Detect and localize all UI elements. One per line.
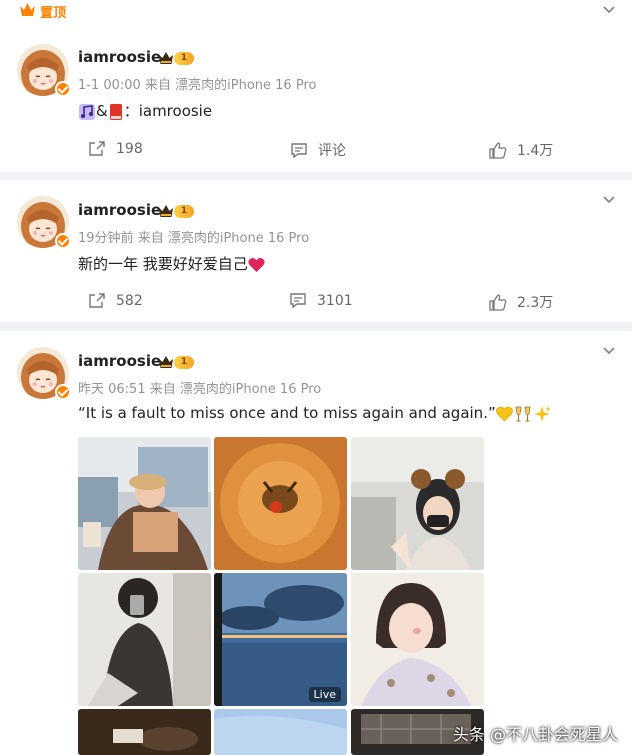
crown-icon: [159, 356, 173, 368]
post-source: 漂亮肉的iPhone 16 Pro: [179, 382, 322, 397]
post-text-content: ：iamroosie: [123, 102, 213, 120]
share-count: 198: [116, 140, 143, 157]
username[interactable]: iamroosie: [78, 201, 161, 219]
chevron-down-icon[interactable]: [602, 346, 616, 356]
post-text-content: “It is a fault to miss once and to miss …: [78, 404, 496, 422]
like-button[interactable]: 2.3万: [489, 292, 553, 312]
weibo-feed: 置顶 iamroosie 1 1-1 00:00 来自 漂亮肉的iPhone 1…: [0, 0, 632, 755]
avatar[interactable]: [17, 347, 71, 400]
verified-badge-icon: [55, 384, 71, 400]
share-count: 582: [116, 292, 143, 309]
thumbs-up-icon: [489, 141, 507, 159]
chevron-down-icon[interactable]: [602, 195, 616, 205]
source-prefix: 来自: [137, 231, 164, 246]
comment-button[interactable]: 3101: [289, 292, 353, 309]
post-meta: 昨天 06:51 来自 漂亮肉的iPhone 16 Pro: [78, 378, 321, 397]
music-note-icon: [79, 103, 95, 120]
username[interactable]: iamroosie: [78, 48, 161, 66]
photo-image: [78, 437, 211, 570]
post-source: 漂亮肉的iPhone 16 Pro: [175, 78, 317, 93]
avatar[interactable]: [17, 44, 71, 97]
pinned-label: 置顶: [40, 6, 67, 21]
photo-image: [214, 437, 347, 570]
pinned-bar: 置顶: [0, 0, 632, 24]
level-badge: 1: [174, 52, 194, 65]
photo-sunset-lake[interactable]: Live: [214, 573, 347, 706]
post-card: iamroosie 1 昨天 06:51 来自 漂亮肉的iPhone 16 Pr…: [0, 331, 632, 755]
live-badge: Live: [308, 687, 341, 702]
share-icon: [89, 141, 105, 156]
post-text: 新的一年 我要好好爱自己: [78, 253, 265, 274]
comment-count: 3101: [317, 292, 353, 309]
post-time[interactable]: 19分钟前: [78, 231, 134, 246]
yellow-heart-icon: [495, 406, 513, 421]
post-time[interactable]: 1-1 00:00: [78, 78, 141, 93]
photo-airplane[interactable]: [351, 437, 484, 570]
photo-image: [351, 573, 484, 706]
post-meta: 19分钟前 来自 漂亮肉的iPhone 16 Pro: [78, 227, 309, 246]
crown-icon: [159, 205, 173, 217]
comment-button[interactable]: 评论: [290, 140, 346, 160]
red-heart-icon: [248, 257, 265, 272]
photo-bob-hair[interactable]: [351, 573, 484, 706]
crown-icon: [159, 52, 173, 64]
photo-dinner[interactable]: [78, 709, 211, 755]
photo-cafe-selfie[interactable]: [78, 437, 211, 570]
comment-icon: [290, 293, 306, 309]
level-badge: 1: [174, 205, 194, 218]
post-meta: 1-1 00:00 来自 漂亮肉的iPhone 16 Pro: [78, 74, 316, 93]
like-button[interactable]: 1.4万: [489, 140, 553, 160]
post-card: iamroosie 1 1-1 00:00 来自 漂亮肉的iPhone 16 P…: [0, 24, 632, 172]
comment-label: 评论: [318, 143, 346, 159]
photo-image: [351, 437, 484, 570]
post-text: “It is a fault to miss once and to miss …: [78, 404, 551, 423]
comment-icon: [291, 142, 307, 158]
photo-blue-fabric[interactable]: [214, 709, 347, 755]
photo-image: [78, 709, 211, 755]
share-button[interactable]: 198: [88, 140, 143, 157]
like-count: 2.3万: [517, 295, 554, 311]
share-button[interactable]: 582: [88, 292, 143, 309]
share-icon: [89, 293, 105, 308]
photo-dessert[interactable]: [214, 437, 347, 570]
level-badge: 1: [174, 356, 194, 369]
photo-mirror-selfie[interactable]: [78, 573, 211, 706]
like-count: 1.4万: [517, 143, 554, 159]
clinking-glasses-icon: [515, 406, 531, 421]
chevron-down-icon[interactable]: [602, 5, 616, 15]
verified-badge-icon: [55, 233, 71, 249]
source-prefix: 来自: [149, 382, 176, 397]
verified-badge-icon: [55, 81, 71, 97]
post-card: iamroosie 1 19分钟前 来自 漂亮肉的iPhone 16 Pro 新…: [0, 180, 632, 322]
source-prefix: 来自: [144, 78, 171, 93]
red-book-icon: [109, 103, 122, 120]
post-text-content: 新的一年 我要好好爱自己: [78, 255, 248, 273]
photo-image: [78, 573, 211, 706]
post-text: & ：iamroosie: [78, 100, 212, 121]
watermark: 头条 @不八卦会死星人: [452, 725, 618, 744]
username[interactable]: iamroosie: [78, 352, 161, 370]
ampersand: &: [96, 102, 108, 120]
post-time[interactable]: 昨天 06:51: [78, 382, 146, 397]
sparkles-icon: [533, 405, 551, 422]
avatar[interactable]: [17, 196, 71, 249]
post-source: 漂亮肉的iPhone 16 Pro: [167, 231, 310, 246]
crown-pin-icon: [20, 3, 35, 16]
thumbs-up-icon: [489, 293, 507, 311]
photo-image: [214, 709, 347, 755]
